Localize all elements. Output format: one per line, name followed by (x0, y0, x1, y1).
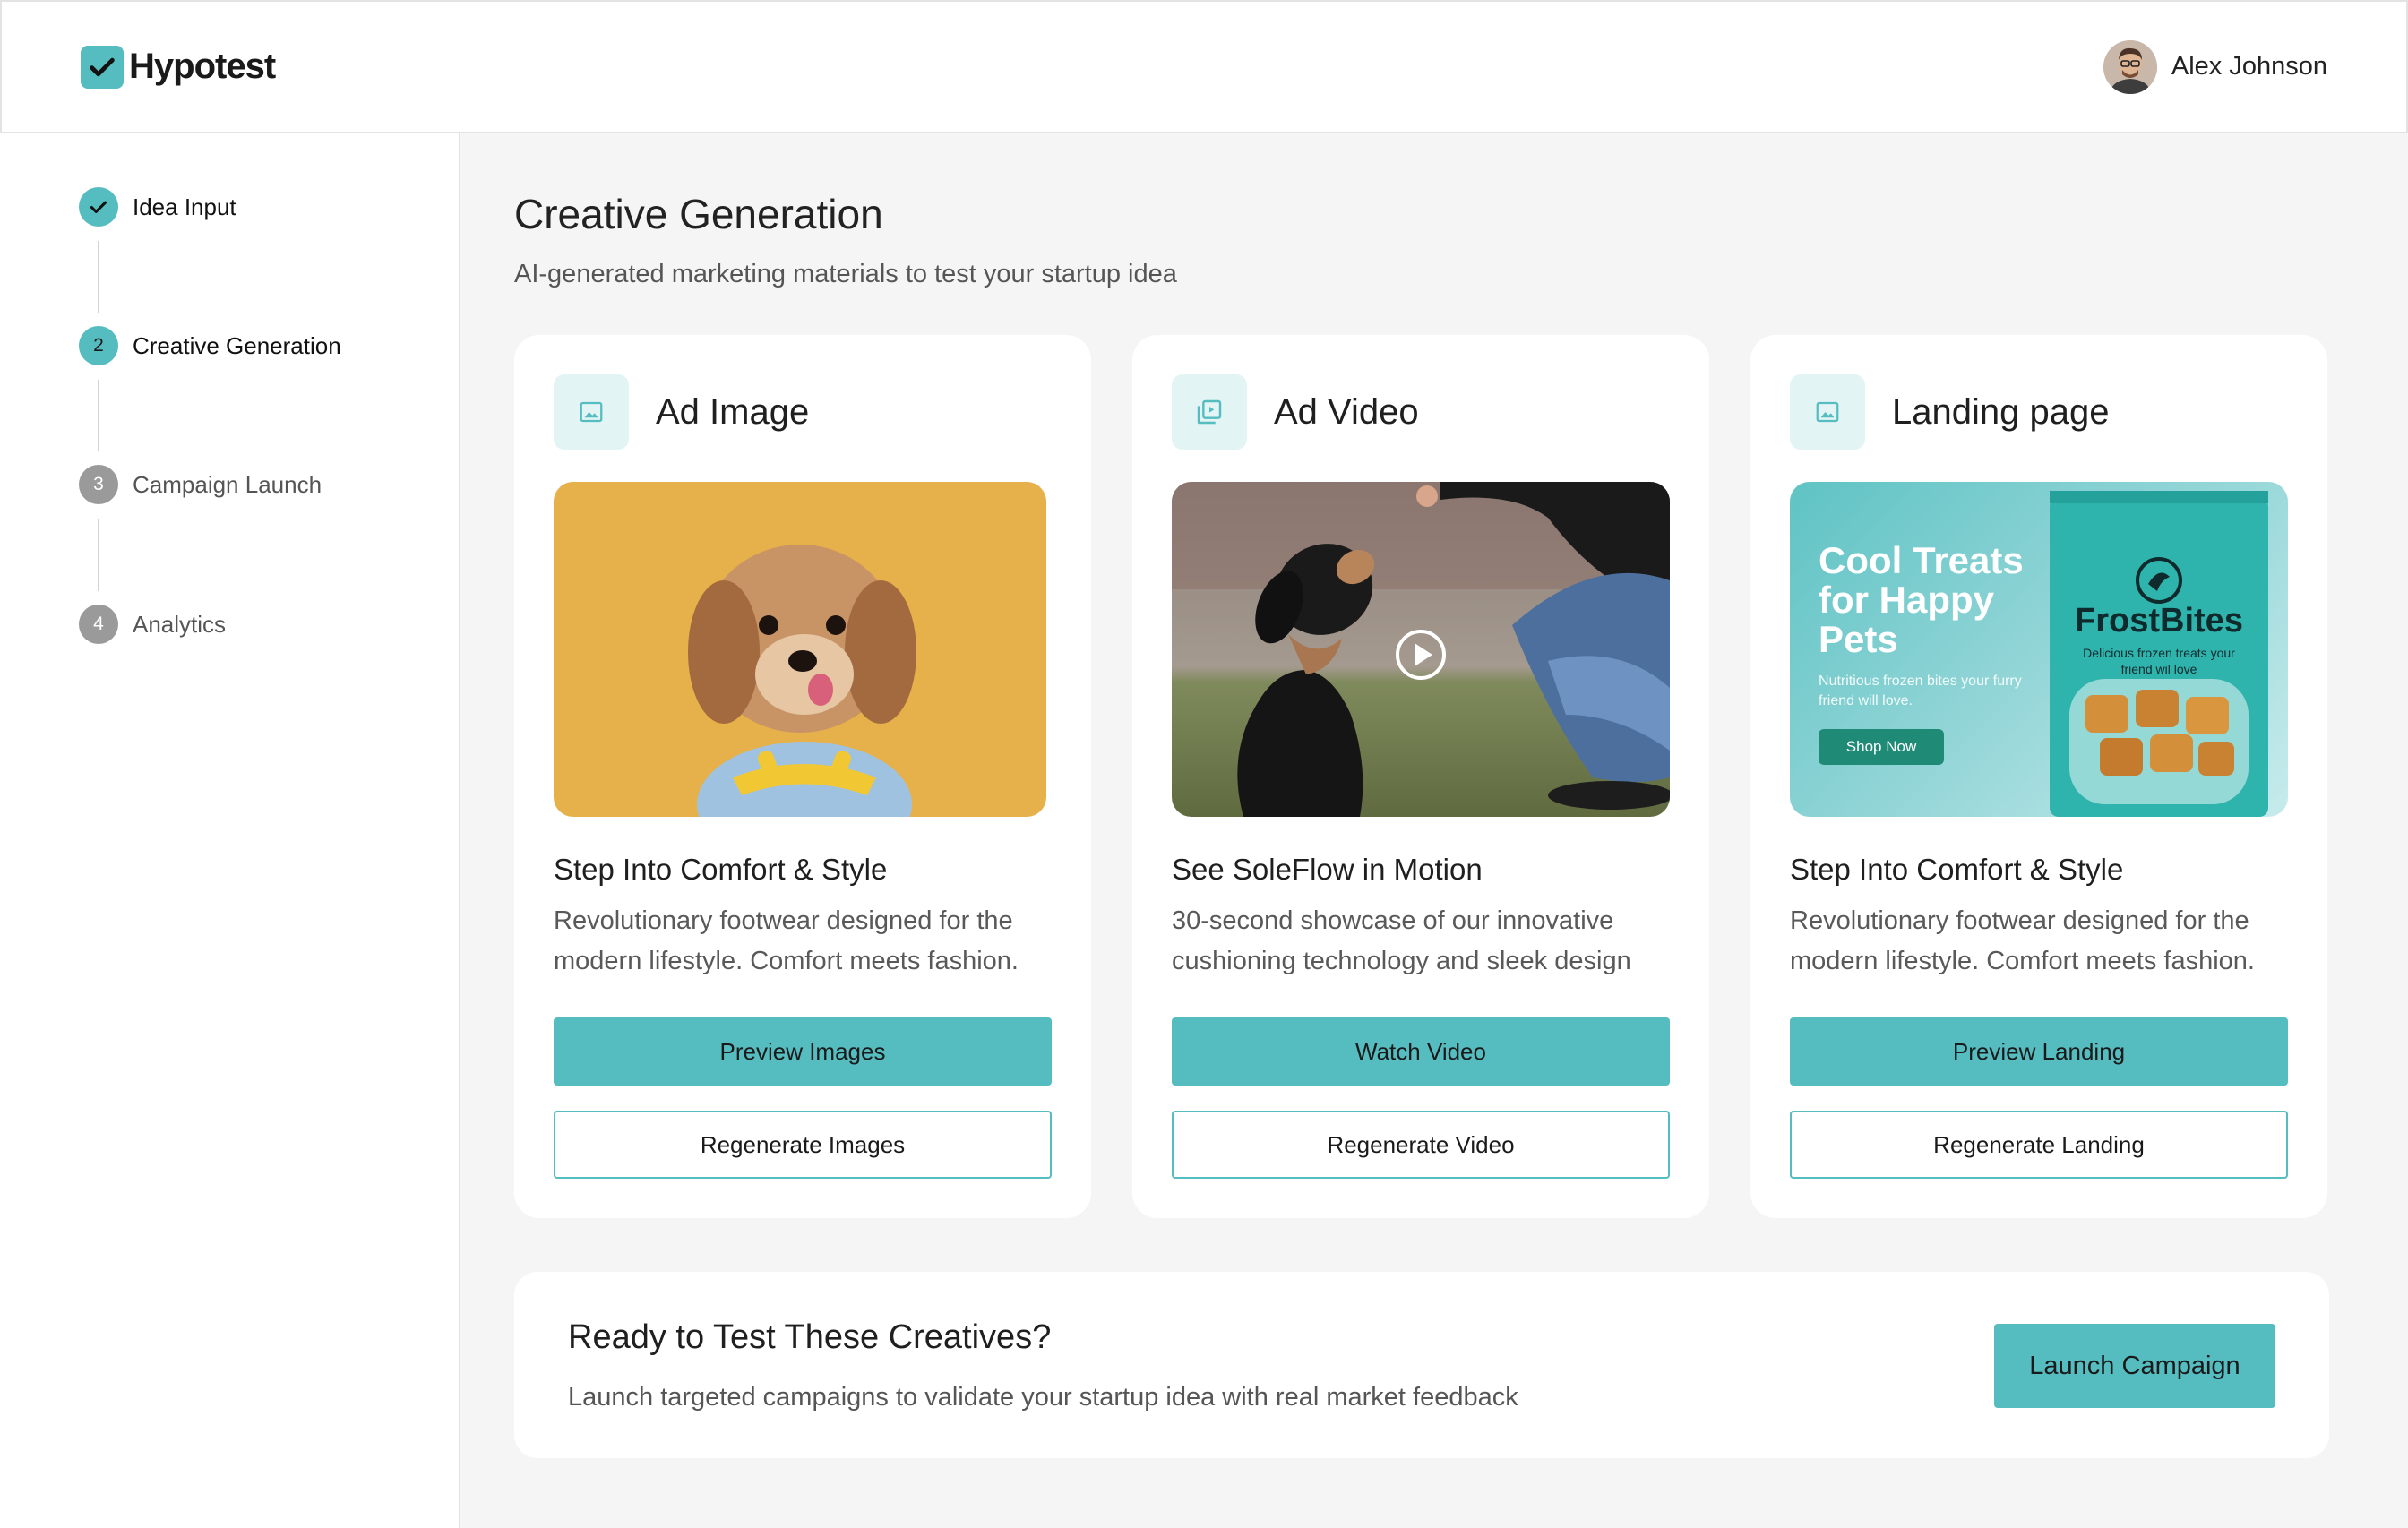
step-label: Creative Generation (133, 331, 341, 359)
step-label: Analytics (133, 610, 227, 638)
checkmark-logo-icon (81, 45, 124, 89)
product-brand: FrostBites (2075, 602, 2243, 640)
card-title: Ad Video (1274, 391, 1419, 432)
puppy-video-thumbnail[interactable] (1172, 482, 1670, 817)
top-header: Hypotest Alex Johnson (0, 0, 2408, 133)
user-menu[interactable]: Alex Johnson (2103, 39, 2327, 94)
preview-images-button[interactable]: Preview Images (554, 1017, 1052, 1086)
ad-video-card: Ad Video See SoleFlow in Motion 30-secon… (1132, 335, 1709, 1218)
landing-page-card: Landing page Cool Treats for Happy Pets … (1750, 335, 2327, 1218)
card-header: Ad Video (1172, 374, 1419, 450)
card-header: Landing page (1790, 374, 2109, 450)
card-description: 30-second showcase of our innovative cus… (1172, 906, 1631, 975)
regenerate-images-button[interactable]: Regenerate Images (554, 1111, 1052, 1179)
card-header: Ad Image (554, 374, 809, 450)
landing-preview-canvas: Cool Treats for Happy Pets Nutritious fr… (1790, 482, 2288, 817)
watch-video-button[interactable]: Watch Video (1172, 1017, 1670, 1086)
brand-logo[interactable]: Hypotest (81, 45, 276, 89)
step-label: Idea Input (133, 193, 236, 220)
page-title: Creative Generation (514, 191, 883, 237)
step-number: 3 (79, 465, 118, 504)
step-label: Campaign Launch (133, 470, 322, 498)
image-icon (554, 374, 629, 450)
ad-image-card: Ad Image Step Into Comfort & Style Revol… (514, 335, 1091, 1218)
video-icon (1172, 374, 1247, 450)
step-idea-input[interactable]: Idea Input (79, 187, 236, 227)
cta-title: Ready to Test These Creatives? (568, 1318, 1052, 1356)
step-number: 2 (79, 326, 118, 365)
image-icon (1790, 374, 1865, 450)
preview-landing-button[interactable]: Preview Landing (1790, 1017, 2288, 1086)
step-connector (98, 380, 99, 451)
card-title: Ad Image (656, 391, 810, 432)
card-heading: Step Into Comfort & Style (554, 853, 888, 886)
card-heading: See SoleFlow in Motion (1172, 853, 1483, 886)
regenerate-landing-button[interactable]: Regenerate Landing (1790, 1111, 2288, 1179)
brand-name: Hypotest (129, 47, 276, 86)
card-heading: Step Into Comfort & Style (1790, 853, 2124, 886)
progress-sidebar: Idea Input 2 Creative Generation 3 Campa… (0, 133, 460, 1528)
cta-description: Launch targeted campaigns to validate yo… (568, 1383, 1518, 1412)
dog-on-yellow-image[interactable] (554, 482, 1046, 817)
step-connector (98, 241, 99, 313)
card-description: Revolutionary footwear designed for the … (1790, 906, 2255, 975)
step-complete-check-icon (79, 187, 118, 227)
landing-shop-now-button: Shop Now (1819, 729, 1944, 765)
launch-cta-panel: Ready to Test These Creatives? Launch ta… (514, 1272, 2329, 1458)
step-creative-generation[interactable]: 2 Creative Generation (79, 326, 341, 365)
launch-campaign-button[interactable]: Launch Campaign (1994, 1324, 2275, 1408)
page-subtitle: AI-generated marketing materials to test… (514, 260, 1177, 288)
user-avatar[interactable] (2103, 39, 2157, 94)
card-title: Landing page (1892, 391, 2110, 432)
user-name: Alex Johnson (2171, 52, 2327, 81)
landing-page-preview[interactable]: Cool Treats for Happy Pets Nutritious fr… (1790, 482, 2288, 817)
landing-headline: Cool Treats for Happy Pets (1819, 539, 2024, 660)
step-number: 4 (79, 605, 118, 644)
step-campaign-launch[interactable]: 3 Campaign Launch (79, 465, 322, 504)
regenerate-video-button[interactable]: Regenerate Video (1172, 1111, 1670, 1179)
product-tagline: Delicious frozen treats your friend wil … (2083, 646, 2235, 676)
step-connector (98, 519, 99, 591)
landing-subtext: Nutritious frozen bites your furry frien… (1819, 674, 2022, 708)
step-analytics[interactable]: 4 Analytics (79, 605, 226, 644)
card-description: Revolutionary footwear designed for the … (554, 906, 1019, 975)
